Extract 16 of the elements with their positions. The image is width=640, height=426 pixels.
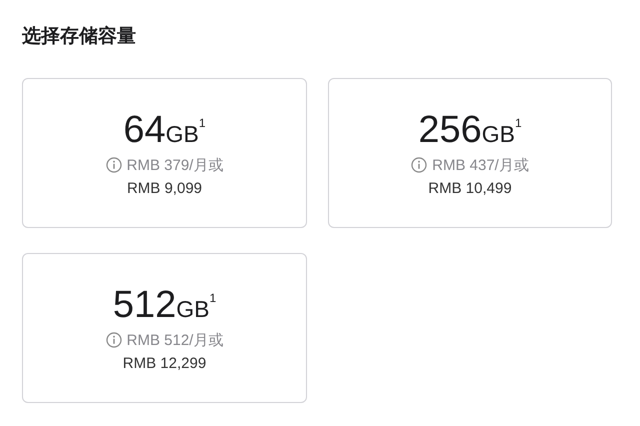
monthly-price: RMB 379/月或 [126,156,224,174]
storage-option-card[interactable]: 256GB$^{1}$ RMB 437/月或 RMB 10,499 [328,78,612,228]
full-price: RMB 12,299 [122,354,206,372]
storage-option-card[interactable]: 512GB$^{1}$ RMB 512/月或 RMB 12,299 [22,253,307,403]
capacity-label: 512GB$^{1}$ [112,284,216,328]
info-icon[interactable] [106,332,122,348]
monthly-price: RMB 437/月或 [432,156,529,174]
capacity-label: 256GB$^{1}$ [418,110,522,152]
full-price: RMB 9,099 [126,180,202,196]
storage-option-card[interactable]: 64GB$^{1}$ RMB 379/月或 RMB 9,099 [22,78,307,228]
section-title: 选择存储容量 [22,24,137,49]
info-icon[interactable] [411,157,428,173]
info-icon[interactable] [106,157,122,173]
full-price: RMB 10,499 [428,180,512,196]
monthly-price: RMB 512/月或 [126,330,224,350]
capacity-label: 64GB$^{1}$ [123,110,206,152]
